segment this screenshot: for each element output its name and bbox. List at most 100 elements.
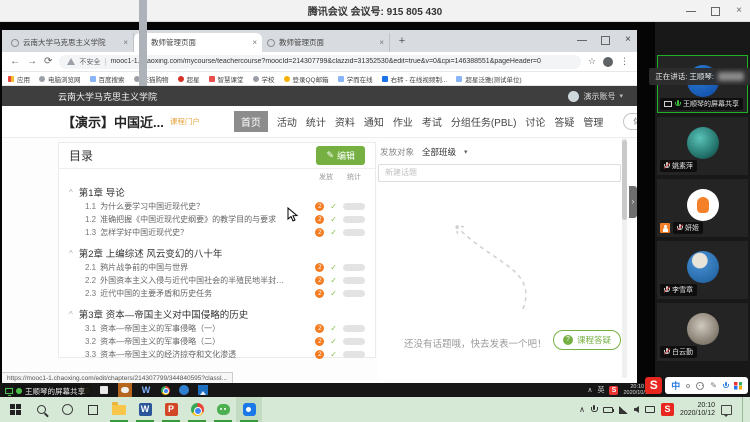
- section-row[interactable]: 1.2准确把握《中国近现代史纲要》的教学目的与要求2✓: [59, 213, 375, 226]
- nav-tab-考试[interactable]: 考试: [422, 114, 442, 129]
- url-box[interactable]: 不安全 | mooc1-1.chaoxing.com/mycourse/teac…: [59, 55, 581, 69]
- section-row[interactable]: 1.1为什么要学习中国近现代史？2✓: [59, 200, 375, 213]
- bookmark-item[interactable]: 电脑浏览网: [39, 74, 81, 84]
- stats-toggle[interactable]: [343, 216, 365, 223]
- nav-tab-通知[interactable]: 通知: [364, 114, 384, 129]
- ime-punct-icon[interactable]: [686, 384, 690, 388]
- nav-tab-答疑[interactable]: 答疑: [554, 114, 574, 129]
- participant-tile[interactable]: 白云勤: [657, 303, 748, 361]
- nav-tab-分组任务(PBL)[interactable]: 分组任务(PBL): [451, 114, 517, 129]
- ime-indicator[interactable]: 英: [597, 385, 604, 395]
- task-view-button[interactable]: [80, 397, 106, 422]
- bookmark-item[interactable]: 右转 - 在线视频制...: [382, 74, 448, 84]
- nav-tab-首页[interactable]: 首页: [234, 111, 268, 132]
- tab-close-icon[interactable]: ×: [379, 38, 384, 47]
- bookmark-item[interactable]: 应用: [8, 74, 30, 84]
- bookmark-item[interactable]: 学而在线: [338, 74, 373, 84]
- nav-tab-讨论[interactable]: 讨论: [525, 114, 545, 129]
- bookmark-star-icon[interactable]: ☆: [588, 56, 596, 67]
- sogou-tray-icon[interactable]: S: [609, 386, 618, 395]
- scrollbar[interactable]: [622, 138, 627, 378]
- system-clock[interactable]: 20:10 2020/10/12: [680, 402, 715, 418]
- wechat-button[interactable]: [210, 397, 236, 422]
- word-icon[interactable]: W: [141, 385, 151, 395]
- participant-tile[interactable]: 姚素萍: [657, 117, 748, 175]
- bookmark-item[interactable]: 智慧课堂: [209, 74, 244, 84]
- tray-volume-icon[interactable]: [634, 406, 639, 413]
- audience-select[interactable]: 全部班级: [422, 146, 456, 158]
- nav-tab-作业[interactable]: 作业: [393, 114, 413, 129]
- sogou-taskbar-icon[interactable]: S: [661, 403, 674, 416]
- emoji-icon[interactable]: [696, 382, 704, 390]
- nav-tab-统计[interactable]: 统计: [306, 114, 326, 129]
- panel-collapse-button[interactable]: ›: [629, 186, 637, 218]
- photos-icon[interactable]: [198, 385, 208, 395]
- browser-close-icon[interactable]: ×: [623, 35, 633, 45]
- notification-center-icon[interactable]: [721, 405, 732, 415]
- section-row[interactable]: 2.2外国资本主义入侵与近代中国社会的半殖民地半封建性质2✓: [59, 274, 375, 287]
- section-row[interactable]: 2.1鸦片战争前的中国与世界2✓: [59, 261, 375, 274]
- bookmark-item[interactable]: 超星泛雅(测试单位): [456, 74, 521, 84]
- meeting-app-icon[interactable]: [179, 385, 189, 395]
- close-icon[interactable]: ×: [734, 6, 744, 16]
- chapter-row[interactable]: ^第3章 资本—帝国主义对中国侵略的历史: [59, 306, 375, 322]
- stats-toggle[interactable]: [343, 325, 365, 332]
- tray-network-icon[interactable]: [619, 406, 628, 414]
- account-name[interactable]: 演示账号: [583, 91, 615, 102]
- tab-close-icon[interactable]: ×: [123, 38, 128, 47]
- collapse-caret-icon[interactable]: ^: [69, 310, 73, 319]
- meeting-app-button[interactable]: [236, 397, 262, 422]
- stats-toggle[interactable]: [343, 351, 365, 358]
- course-portal-link[interactable]: 课程门户: [170, 116, 200, 127]
- new-tab-button[interactable]: +: [394, 34, 410, 50]
- section-row[interactable]: 2.3近代中国的主要矛盾和历史任务2✓: [59, 287, 375, 300]
- new-topic-input[interactable]: [378, 164, 621, 182]
- chapter-row[interactable]: ^第2章 上编综述 风云变幻的八十年: [59, 245, 375, 261]
- participant-tile[interactable]: 妍姬: [657, 179, 748, 237]
- minimize-icon[interactable]: [686, 6, 696, 16]
- cortana-icon[interactable]: [54, 397, 80, 422]
- stats-toggle[interactable]: [343, 290, 365, 297]
- browser-tab[interactable]: 教师管理页面×: [134, 33, 262, 52]
- audience-caret-icon[interactable]: ▾: [464, 148, 468, 156]
- bookmark-item[interactable]: 登录QQ邮箱: [284, 74, 329, 84]
- nav-tab-资料[interactable]: 资料: [335, 114, 355, 129]
- collapse-caret-icon[interactable]: ^: [69, 249, 73, 258]
- show-desktop-button[interactable]: [742, 397, 746, 422]
- section-row[interactable]: 1.3怎样学好中国近现代史？2✓: [59, 226, 375, 239]
- nav-tab-活动[interactable]: 活动: [277, 114, 297, 129]
- account-caret-icon[interactable]: ▾: [619, 92, 623, 100]
- collapse-caret-icon[interactable]: ^: [69, 188, 73, 197]
- file-explorer-button[interactable]: [106, 397, 132, 422]
- powerpoint-button[interactable]: P: [158, 397, 184, 422]
- browser-minimize-icon[interactable]: [577, 35, 587, 45]
- tray-battery-icon[interactable]: [603, 407, 613, 413]
- handwriting-icon[interactable]: ✎: [710, 381, 717, 390]
- sogou-logo-icon[interactable]: S: [645, 377, 662, 394]
- store-icon[interactable]: [99, 385, 109, 395]
- chrome-button[interactable]: [184, 397, 210, 422]
- browser-profile-icon[interactable]: [603, 57, 613, 67]
- forward-icon[interactable]: →: [27, 57, 37, 67]
- chapter-row[interactable]: ^第1章 导论: [59, 184, 375, 200]
- browser-tab[interactable]: 云南大学马克思主义学院×: [6, 33, 134, 52]
- stats-toggle[interactable]: [343, 277, 365, 284]
- account-avatar[interactable]: [568, 91, 579, 102]
- bookmark-item[interactable]: 百度搜索: [90, 74, 125, 84]
- word-button[interactable]: W: [132, 397, 158, 422]
- stats-toggle[interactable]: [343, 338, 365, 345]
- browser-menu-icon[interactable]: ⋮: [620, 56, 629, 67]
- edit-button[interactable]: ✎编辑: [316, 146, 365, 165]
- nav-tab-管理[interactable]: 管理: [583, 114, 603, 129]
- participant-tile[interactable]: 李雪章: [657, 241, 748, 299]
- chrome-icon[interactable]: [160, 385, 170, 395]
- section-row[interactable]: 3.2资本—帝国主义的军事侵略（二）2✓: [59, 335, 375, 348]
- back-icon[interactable]: ←: [10, 57, 20, 67]
- stats-toggle[interactable]: [343, 203, 365, 210]
- start-button[interactable]: [2, 397, 28, 422]
- tray-chevron-icon[interactable]: ∧: [587, 386, 592, 394]
- ime-menu-icon[interactable]: [734, 382, 742, 390]
- bookmark-item[interactable]: 学校: [253, 74, 275, 84]
- try-new-version-button[interactable]: 体验新版: [623, 113, 637, 130]
- stats-toggle[interactable]: [343, 229, 365, 236]
